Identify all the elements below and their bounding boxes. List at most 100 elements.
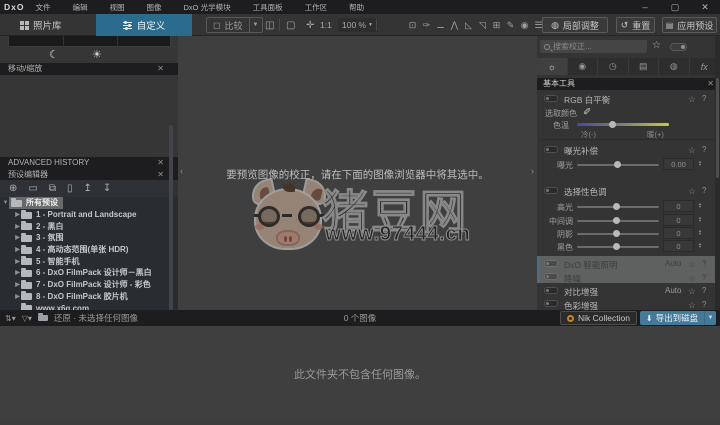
star-icon[interactable]: ☆ [688, 286, 696, 297]
star-icon[interactable]: ☆ [688, 145, 696, 156]
menu-edit[interactable]: 编辑 [61, 2, 98, 13]
midtones-slider[interactable] [577, 220, 659, 222]
pan-icon[interactable]: ✛ [306, 14, 314, 36]
help-icon[interactable]: ? [702, 94, 706, 103]
white-balance-toggle[interactable] [544, 95, 558, 102]
tab-color-icon[interactable]: ◉ [568, 58, 599, 75]
tab-local-icon[interactable]: ◍ [659, 58, 690, 75]
tab-light-icon[interactable]: ☼ [537, 58, 568, 75]
zoom-dropdown-icon[interactable]: ▼ [368, 18, 373, 32]
tree-item-4[interactable]: ▶4 - 高动态范围(单张 HDR) [0, 244, 178, 256]
wand-icon[interactable]: ⚊ [436, 20, 445, 31]
blacks-value[interactable]: 0 [663, 240, 694, 252]
color-accent-row[interactable]: 色彩增强 ☆ ? [537, 297, 720, 311]
temperature-slider[interactable] [577, 123, 669, 126]
compare-button[interactable]: ◻ 比较 [207, 18, 249, 32]
split-view-icon[interactable]: ◫ [265, 14, 274, 36]
favorites-star-icon[interactable]: ☆ [652, 40, 661, 51]
left-scrollbar[interactable] [169, 125, 173, 310]
menu-view[interactable]: 视图 [98, 2, 135, 13]
blacks-slider[interactable] [577, 246, 659, 248]
tab-customize[interactable]: 自定义 [96, 14, 192, 36]
sort-icon[interactable]: ⇅▾ [5, 314, 16, 323]
add-preset-icon[interactable]: ⊕ [9, 183, 17, 194]
menu-help[interactable]: 帮助 [338, 2, 375, 13]
eyedropper-icon[interactable]: ✑ [422, 20, 431, 31]
menu-file[interactable]: 文件 [24, 2, 61, 13]
highlights-slider[interactable] [577, 206, 659, 208]
exposure-slider[interactable] [577, 164, 659, 166]
help-icon[interactable]: ? [702, 286, 706, 295]
apply-preset-button[interactable]: ▤ 应用预设 [662, 17, 717, 33]
lasso-icon[interactable]: ◺ [464, 20, 473, 31]
duplicate-preset-icon[interactable]: ⧉ [49, 183, 56, 194]
tree-item-1[interactable]: ▶1 - Portrait and Landscape [0, 209, 178, 221]
exposure-toggle[interactable] [544, 146, 558, 153]
tree-item-6[interactable]: ▶6 - DxO FilmPack 设计师－黑白 [0, 267, 178, 279]
menu-image[interactable]: 图像 [135, 2, 172, 13]
tab-history-icon[interactable]: ◷ [598, 58, 629, 75]
basic-tools-header[interactable]: 基本工具✕ [537, 78, 720, 90]
zoom-one-to-one[interactable]: 1:1 [320, 14, 332, 36]
noise-reduction-toggle[interactable] [544, 273, 558, 280]
help-icon[interactable]: ? [702, 300, 706, 309]
export-to-disk-button[interactable]: ⬇导出到磁盘 ▼ [640, 311, 716, 325]
tree-item-2[interactable]: ▶2 - 黑白 [0, 220, 178, 232]
white-balance-section[interactable]: RGB 白平衡 ☆ ? [537, 92, 720, 105]
horizon-icon[interactable]: ⋀ [450, 20, 459, 31]
contrast-row[interactable]: 对比增强 Auto ☆ ? [537, 283, 720, 297]
menu-optics-module[interactable]: DxO 光学模块 [172, 2, 241, 13]
shadows-slider[interactable] [577, 233, 659, 235]
help-icon[interactable]: ? [702, 259, 706, 268]
blacks-knob[interactable] [613, 243, 620, 250]
local-adjust-button[interactable]: ◍ 局部调整 [542, 17, 608, 33]
selective-tone-section[interactable]: 选择性色调 ☆ ? [537, 184, 720, 197]
help-icon[interactable]: ? [702, 145, 706, 154]
star-icon[interactable]: ☆ [688, 94, 696, 105]
export-dropdown[interactable]: ▼ [704, 311, 716, 325]
help-icon[interactable]: ? [702, 273, 706, 282]
delete-preset-icon[interactable]: ▯ [67, 183, 73, 194]
import-preset-icon[interactable]: ↧ [103, 183, 111, 194]
fit-view-icon[interactable]: ▢ [286, 14, 295, 36]
shadows-knob[interactable] [613, 230, 620, 237]
temperature-knob[interactable] [609, 121, 616, 128]
panel-history-header[interactable]: ADVANCED HISTORY✕ [0, 157, 178, 169]
exposure-value[interactable]: 0.00 [663, 158, 694, 170]
brush-icon[interactable]: ✎ [506, 20, 515, 31]
tree-item-7[interactable]: ▶7 - DxO FilmPack 设计师 - 彩色 [0, 279, 178, 291]
star-icon[interactable]: ☆ [688, 259, 696, 270]
color-picker-icon[interactable]: ✐ [583, 107, 591, 118]
spinner-icon[interactable]: ▲▼ [697, 216, 703, 222]
crop-icon[interactable]: ⊡ [408, 20, 417, 31]
panel-move-zoom-header[interactable]: 移动/缩放✕ [0, 63, 178, 75]
reset-button[interactable]: ↺ 重置 [616, 17, 655, 33]
highlights-knob[interactable] [613, 203, 620, 210]
grid-tool-icon[interactable]: ⊞ [492, 20, 501, 31]
sun-icon[interactable]: ☀ [92, 48, 102, 61]
tab-photo-library[interactable]: 照片库 [20, 14, 62, 36]
midtones-value[interactable]: 0 [663, 214, 694, 226]
tree-item-5[interactable]: ▶5 - 智能手机 [0, 255, 178, 267]
smart-lighting-row[interactable]: DxO 智能照明 Auto ☆ ? [537, 256, 720, 270]
smart-lighting-toggle[interactable] [544, 260, 558, 267]
search-corrections-box[interactable]: 搜索校正... [540, 40, 647, 53]
color-accent-toggle[interactable] [544, 300, 558, 307]
highlights-value[interactable]: 0 [663, 200, 694, 212]
nik-collection-button[interactable]: Nik Collection [560, 311, 637, 325]
maximize-button[interactable]: ▢ [660, 2, 690, 13]
exposure-section[interactable]: 曝光补偿 ☆ ? [537, 143, 720, 156]
contrast-toggle[interactable] [544, 287, 558, 294]
tree-item-www[interactable]: www.x6g.com [0, 302, 178, 310]
rename-preset-icon[interactable]: ▭ [28, 183, 37, 194]
close-button[interactable]: ✕ [690, 2, 720, 13]
tree-item-8[interactable]: ▶8 - DxO FilmPack 胶片机 [0, 291, 178, 303]
help-icon[interactable]: ? [702, 186, 706, 195]
star-icon[interactable]: ☆ [688, 273, 696, 284]
spinner-icon[interactable]: ▲▼ [697, 229, 703, 235]
compare-dropdown[interactable]: ▼ [249, 18, 262, 32]
menu-workspace[interactable]: 工作区 [294, 2, 339, 13]
export-preset-icon[interactable]: ↥ [84, 183, 92, 194]
polygon-icon[interactable]: ◹ [478, 20, 487, 31]
eye-icon[interactable]: ◉ [520, 20, 529, 31]
